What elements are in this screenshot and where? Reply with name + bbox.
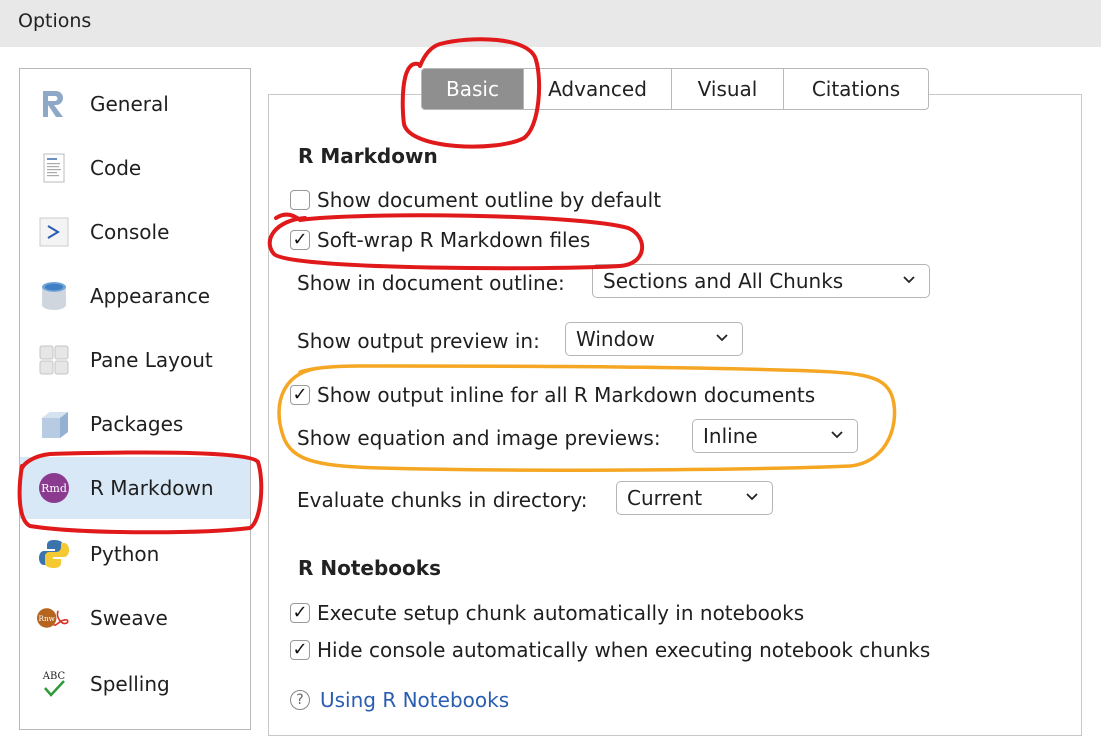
r-notebooks-heading: R Notebooks: [298, 556, 441, 580]
options-tabs: Basic Advanced Visual Citations: [421, 68, 929, 110]
show-outline-default-label: Show document outline by default: [317, 188, 662, 212]
abc-badge-text: ABC: [42, 671, 66, 682]
using-r-notebooks-link-text: Using R Notebooks: [320, 688, 510, 712]
tab-basic[interactable]: Basic: [421, 68, 524, 110]
equation-select-label: Show equation and image previews:: [297, 426, 661, 450]
sidebar-item-label: Packages: [90, 412, 184, 436]
setup-chunk-label: Execute setup chunk automatically in not…: [317, 601, 805, 625]
window-title: Options: [18, 10, 92, 32]
tab-visual[interactable]: Visual: [672, 68, 784, 110]
setup-chunk-row: ✓ Execute setup chunk automatically in n…: [290, 601, 804, 625]
sidebar-item-python[interactable]: Python: [20, 523, 250, 585]
python-icon: [37, 537, 71, 571]
sidebar-item-r-markdown[interactable]: Rmd R Markdown: [20, 457, 250, 519]
sidebar-item-label: Spelling: [90, 672, 170, 696]
chevron-down-icon: [831, 431, 843, 439]
soft-wrap-checkbox[interactable]: ✓: [290, 230, 310, 250]
sidebar-item-general[interactable]: General: [20, 73, 250, 135]
show-outline-default-checkbox[interactable]: [290, 190, 310, 210]
rmd-badge-text: Rmd: [41, 482, 67, 495]
r-markdown-heading: R Markdown: [298, 144, 438, 168]
sidebar-item-pane-layout[interactable]: Pane Layout: [20, 329, 250, 391]
sidebar-item-label: General: [90, 92, 169, 116]
sidebar-item-label: Python: [90, 542, 160, 566]
inline-output-row: ✓ Show output inline for all R Markdown …: [290, 383, 815, 407]
r-logo-icon: [37, 87, 71, 121]
outline-select[interactable]: Sections and All Chunks: [592, 264, 930, 298]
show-outline-default-row: Show document outline by default: [290, 188, 661, 212]
eval-dir-select[interactable]: Current: [616, 481, 773, 515]
sidebar-item-label: Appearance: [90, 284, 211, 308]
code-document-icon: [37, 151, 71, 185]
hide-console-label: Hide console automatically when executin…: [317, 638, 931, 662]
paint-bucket-icon: [37, 279, 71, 313]
chevron-down-icon: [746, 493, 758, 501]
sidebar-item-packages[interactable]: Packages: [20, 393, 250, 455]
spelling-icon: ABC: [37, 667, 71, 701]
hide-console-checkbox[interactable]: ✓: [290, 640, 310, 660]
sidebar-item-label: R Markdown: [90, 476, 214, 500]
sidebar-item-spelling[interactable]: ABC Spelling: [20, 653, 250, 715]
sidebar-item-label: Code: [90, 156, 142, 180]
preview-select-label: Show output preview in:: [297, 329, 540, 353]
sweave-icon: Rnw: [37, 601, 71, 635]
sidebar-item-console[interactable]: Console: [20, 201, 250, 263]
outline-select-value: Sections and All Chunks: [603, 269, 844, 293]
setup-chunk-checkbox[interactable]: ✓: [290, 603, 310, 623]
help-icon: ?: [290, 690, 310, 710]
inline-output-label: Show output inline for all R Markdown do…: [317, 383, 816, 407]
package-box-icon: [37, 407, 71, 441]
tab-citations[interactable]: Citations: [784, 68, 929, 110]
sidebar-item-label: Sweave: [90, 606, 168, 630]
outline-select-label: Show in document outline:: [297, 271, 565, 295]
sidebar-item-label: Console: [90, 220, 170, 244]
hide-console-row: ✓ Hide console automatically when execut…: [290, 638, 930, 662]
soft-wrap-label: Soft-wrap R Markdown files: [317, 228, 591, 252]
chevron-down-icon: [716, 334, 728, 342]
inline-output-checkbox[interactable]: ✓: [290, 385, 310, 405]
equation-select-value: Inline: [703, 424, 758, 448]
soft-wrap-row: ✓ Soft-wrap R Markdown files: [290, 228, 590, 252]
console-prompt-icon: [37, 215, 71, 249]
sidebar-item-label: Pane Layout: [90, 348, 213, 372]
preview-select[interactable]: Window: [565, 322, 743, 356]
chevron-down-icon: [903, 276, 915, 284]
using-r-notebooks-link[interactable]: ? Using R Notebooks: [290, 688, 509, 712]
eval-dir-select-value: Current: [627, 486, 703, 510]
eval-dir-select-label: Evaluate chunks in directory:: [297, 488, 588, 512]
equation-select[interactable]: Inline: [692, 419, 858, 453]
sidebar-item-sweave[interactable]: Rnw Sweave: [20, 587, 250, 649]
rnw-badge-text: Rnw: [39, 614, 56, 623]
window-titlebar: Options: [0, 0, 1101, 47]
tab-advanced[interactable]: Advanced: [524, 68, 672, 110]
preview-select-value: Window: [576, 327, 655, 351]
sidebar-item-appearance[interactable]: Appearance: [20, 265, 250, 327]
sidebar-item-code[interactable]: Code: [20, 137, 250, 199]
options-sidebar: General Code Console Appearance Pane Lay…: [19, 68, 251, 730]
rmd-icon: Rmd: [37, 471, 71, 505]
pane-grid-icon: [37, 343, 71, 377]
